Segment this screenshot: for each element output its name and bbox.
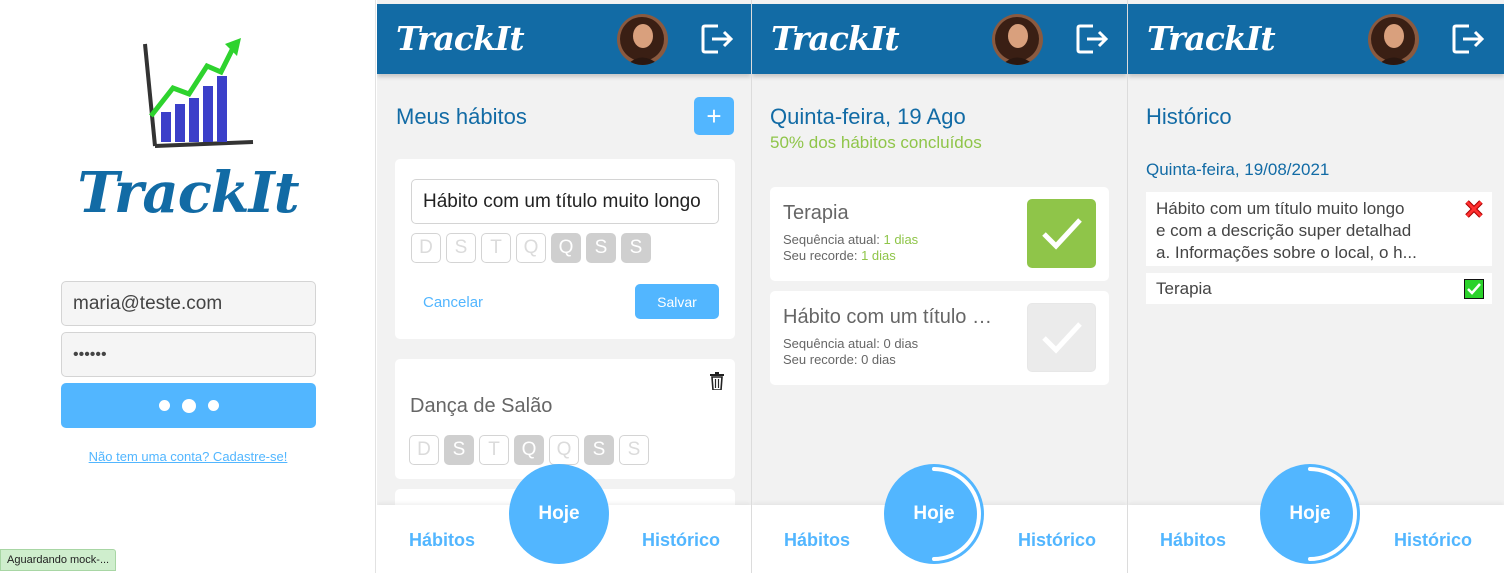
- history-item-line: e com a descrição super detalhad: [1156, 221, 1412, 240]
- loading-dot-icon: [181, 398, 196, 413]
- nav-today-label: Hoje: [913, 503, 955, 524]
- browser-status-bar: Aguardando mock-...: [0, 549, 117, 571]
- signup-link[interactable]: Não tem uma conta? Cadastre-se!: [0, 449, 375, 464]
- nav-history-link[interactable]: Histórico: [1394, 530, 1472, 551]
- today-screen: TrackIt Quinta-feira, 19 Ago 50% dos háb…: [752, 0, 1127, 573]
- weekday-selector: D S T Q Q S S: [411, 233, 651, 263]
- nav-today-label: Hoje: [538, 503, 580, 524]
- nav-today-button[interactable]: Hoje: [884, 464, 984, 564]
- history-item: Terapia: [1146, 273, 1492, 304]
- habit-name: Dança de Salão: [410, 395, 553, 417]
- habits-screen: TrackIt Meus hábitos + Hábito com um tít…: [377, 0, 751, 573]
- streak-label: Sequência atual:: [783, 336, 880, 351]
- cancel-button[interactable]: Cancelar: [423, 294, 483, 311]
- record-label: Seu recorde:: [783, 352, 858, 367]
- nav-today-label: Hoje: [1289, 503, 1331, 524]
- user-photo-icon: [1368, 14, 1419, 65]
- nav-history-link[interactable]: Histórico: [642, 530, 720, 551]
- weekday-toggle-wed[interactable]: Q: [516, 233, 546, 263]
- weekday-toggle-fri[interactable]: S: [586, 233, 616, 263]
- user-photo-icon: [992, 14, 1043, 65]
- history-item-line: Hábito com um título muito longo: [1156, 199, 1405, 218]
- habit-name: Terapia: [783, 202, 849, 224]
- weekday-sat: S: [619, 435, 649, 465]
- weekday-thu: Q: [549, 435, 579, 465]
- today-habit-card: Hábito com um título muito longo Sequênc…: [770, 291, 1109, 385]
- progress-subtitle: 50% dos hábitos concluídos: [770, 133, 982, 152]
- history-item-line: a. Informações sobre o local, o h...: [1156, 243, 1417, 262]
- logout-icon[interactable]: [700, 23, 734, 55]
- header-brand: TrackIt: [771, 19, 900, 58]
- weekday-toggle-sat[interactable]: S: [621, 233, 651, 263]
- new-habit-form: Hábito com um título muito longo D S T Q…: [395, 159, 735, 339]
- logout-icon[interactable]: [1075, 23, 1109, 55]
- weekday-tue: T: [479, 435, 509, 465]
- header-brand: TrackIt: [1147, 19, 1276, 58]
- app-header: TrackIt: [1128, 4, 1504, 74]
- nav-today-button[interactable]: Hoje: [509, 464, 609, 564]
- weekday-fri: S: [584, 435, 614, 465]
- trash-icon[interactable]: [710, 372, 724, 390]
- loading-dot-icon: [158, 400, 170, 411]
- login-button-loading[interactable]: [61, 383, 316, 428]
- today-habit-card: Terapia Sequência atual: 1 dias Seu reco…: [770, 187, 1109, 281]
- password-field[interactable]: ••••••: [61, 332, 316, 377]
- streak-label: Sequência atual:: [783, 232, 880, 247]
- page-title: Meus hábitos: [396, 104, 527, 129]
- history-item-text: Hábito com um título muito longo e com a…: [1156, 198, 1417, 264]
- habit-name-input[interactable]: Hábito com um título muito longo: [411, 179, 719, 224]
- streak-value: 0 dias: [883, 336, 919, 351]
- weekday-display: D S T Q Q S S: [409, 435, 649, 465]
- not-done-x-icon: [1465, 200, 1483, 218]
- record-label: Seu recorde:: [783, 248, 858, 263]
- habit-check-button[interactable]: [1027, 199, 1096, 268]
- record-line: Seu recorde: 0 dias: [783, 352, 896, 367]
- checkmark-icon: [1041, 321, 1082, 354]
- nav-habits-link[interactable]: Hábitos: [1160, 530, 1226, 551]
- loading-dot-icon: [207, 400, 219, 411]
- record-value: 1 dias: [861, 248, 896, 263]
- weekday-toggle-tue[interactable]: T: [481, 233, 511, 263]
- email-field[interactable]: maria@teste.com: [61, 281, 316, 326]
- history-item: Hábito com um título muito longo e com a…: [1146, 192, 1492, 266]
- nav-habits-link[interactable]: Hábitos: [784, 530, 850, 551]
- record-line: Seu recorde: 1 dias: [783, 248, 896, 263]
- app-header: TrackIt: [377, 4, 751, 74]
- history-date: Quinta-feira, 19/08/2021: [1146, 160, 1330, 179]
- chart-logo-icon: [143, 38, 254, 148]
- history-item-text: Terapia: [1156, 279, 1212, 298]
- header-brand: TrackIt: [396, 19, 525, 58]
- login-screen: TrackIt maria@teste.com •••••• Não tem u…: [0, 0, 376, 573]
- avatar[interactable]: [992, 14, 1043, 65]
- weekday-toggle-thu[interactable]: Q: [551, 233, 581, 263]
- nav-today-button[interactable]: Hoje: [1260, 464, 1360, 564]
- habit-name: Hábito com um título muito longo: [783, 306, 1005, 328]
- streak-value: 1 dias: [883, 232, 919, 247]
- avatar[interactable]: [617, 14, 668, 65]
- habit-card: Dança de Salão D S T Q Q S S: [395, 359, 735, 479]
- history-screen: TrackIt Histórico Quinta-feira, 19/08/20…: [1128, 0, 1504, 573]
- save-button[interactable]: Salvar: [635, 284, 719, 319]
- avatar[interactable]: [1368, 14, 1419, 65]
- record-value: 0 dias: [861, 352, 896, 367]
- done-check-icon: [1464, 279, 1484, 299]
- weekday-mon: S: [444, 435, 474, 465]
- logout-icon[interactable]: [1451, 23, 1485, 55]
- user-photo-icon: [617, 14, 668, 65]
- add-habit-button[interactable]: +: [694, 97, 734, 135]
- app-header: TrackIt: [752, 4, 1127, 74]
- nav-history-link[interactable]: Histórico: [1018, 530, 1096, 551]
- page-title: Histórico: [1146, 104, 1232, 129]
- page-title: Quinta-feira, 19 Ago: [770, 104, 966, 129]
- habit-check-button[interactable]: [1027, 303, 1096, 372]
- streak-line: Sequência atual: 1 dias: [783, 232, 918, 247]
- weekday-wed: Q: [514, 435, 544, 465]
- weekday-toggle-mon[interactable]: S: [446, 233, 476, 263]
- streak-line: Sequência atual: 0 dias: [783, 336, 918, 351]
- nav-habits-link[interactable]: Hábitos: [409, 530, 475, 551]
- checkmark-icon: [1041, 217, 1082, 250]
- weekday-sun: D: [409, 435, 439, 465]
- app-logo-text: TrackIt: [77, 160, 299, 226]
- weekday-toggle-sun[interactable]: D: [411, 233, 441, 263]
